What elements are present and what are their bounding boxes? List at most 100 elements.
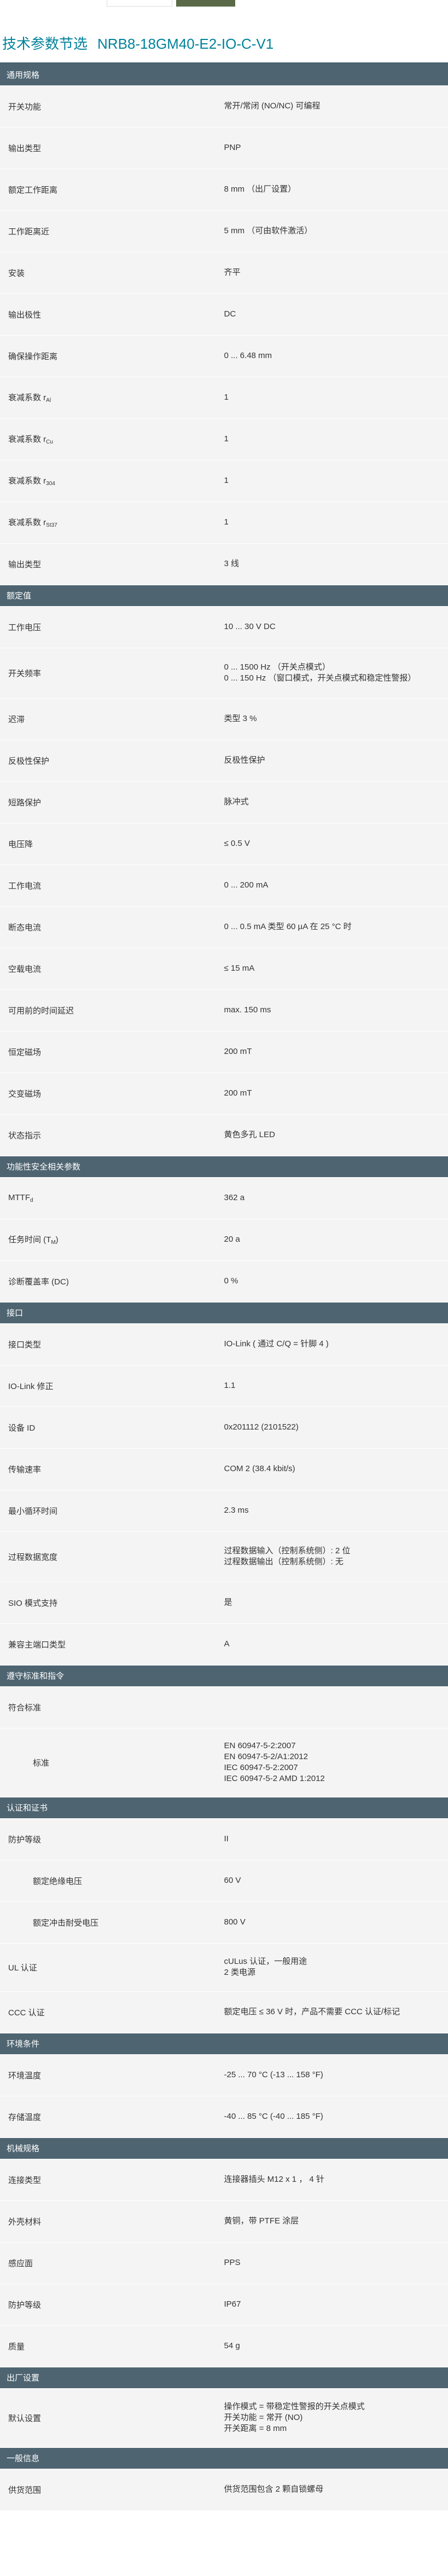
spec-value: 黄铜，带 PTFE 涂层 — [224, 2200, 448, 2243]
spec-value-line: ≤ 15 mA — [224, 963, 255, 973]
spec-label-subscript: 304 — [46, 481, 55, 487]
top-tab-active[interactable] — [176, 0, 235, 7]
spec-value: 0 ... 200 mA — [224, 865, 448, 907]
spec-label: 交变磁场 — [0, 1073, 224, 1115]
spec-value-line: IEC 60947-5-2 AMD 1:2012 — [224, 1774, 325, 1784]
spec-row: 质量 54 g — [0, 2325, 448, 2367]
spec-label: 额定绝缘电压 — [0, 1860, 224, 1902]
spec-value: 1 — [224, 502, 448, 544]
spec-value-line: 黄铜，带 PTFE 涂层 — [224, 2216, 299, 2226]
section-header: 额定值 — [0, 585, 448, 607]
spec-row: 最小循环时间 2.3 ms — [0, 1490, 448, 1532]
section-title: 环境条件 — [0, 2033, 448, 2055]
spec-value: 1.1 — [224, 1365, 448, 1407]
section-header: 机械规格 — [0, 2137, 448, 2159]
spec-label: 确保操作距离 — [0, 335, 224, 377]
spec-value-line: 反极性保护 — [224, 755, 265, 765]
spec-row: 感应面 PPS — [0, 2242, 448, 2284]
spec-row: 兼容主端口类型 A — [0, 1623, 448, 1666]
spec-value: 800 V — [224, 1901, 448, 1944]
spec-label-text: 状态指示 — [8, 1131, 42, 1140]
spec-value: 连接器插头 M12 x 1 ， 4 针 — [224, 2159, 448, 2201]
spec-label: 标准 — [0, 1728, 224, 1797]
spec-value: 1 — [224, 418, 448, 460]
section-header: 功能性安全相关参数 — [0, 1156, 448, 1178]
spec-label-text: 空载电流 — [8, 964, 42, 974]
spec-value: 200 mT — [224, 1073, 448, 1115]
spec-row: 额定绝缘电压 60 V — [0, 1860, 448, 1902]
spec-row: 额定冲击耐受电压 800 V — [0, 1901, 448, 1944]
spec-label-text: 衰减系数 r — [8, 476, 46, 486]
spec-label: 默认设置 — [0, 2388, 224, 2448]
spec-label-text: 输出极性 — [8, 310, 42, 320]
spec-value: 常开/常闭 (NO/NC) 可编程 — [224, 85, 448, 128]
spec-row: 标准 EN 60947-5-2:2007 EN 60947-5-2/A1:2012 I… — [0, 1728, 448, 1797]
spec-value-line: 开关距离 = 8 mm — [224, 2424, 287, 2434]
page-title: 技术参数节选 NRB8-18GM40-E2-IO-C-V1 — [2, 33, 448, 53]
spec-label: 感应面 — [0, 2242, 224, 2284]
spec-value: 黄色多孔 LED — [224, 1114, 448, 1156]
spec-value-line: 0 ... 200 mA — [224, 880, 269, 890]
spec-row: 额定工作距离 8 mm （出厂设置） — [0, 169, 448, 211]
product-code: NRB8-18GM40-E2-IO-C-V1 — [97, 36, 274, 52]
spec-label: 反极性保护 — [0, 740, 224, 782]
spec-label: 符合标准 — [0, 1686, 224, 1728]
spec-label: 衰减系数 r304 — [0, 460, 224, 502]
section-title: 遵守标准和指令 — [0, 1665, 448, 1687]
spec-label-text: 防护等级 — [8, 1835, 42, 1845]
spec-label: UL 认证 — [0, 1943, 224, 1992]
spec-label: 开关频率 — [0, 648, 224, 699]
spec-row: SIO 模式支持 是 — [0, 1582, 448, 1624]
spec-row: 安装 齐平 — [0, 252, 448, 294]
spec-label-subscript: M — [51, 1240, 56, 1246]
spec-value-line: 额定电压 ≤ 36 V 时，产品不需要 CCC 认证/标记 — [224, 2007, 400, 2016]
spec-value: 10 ... 30 V DC — [224, 606, 448, 648]
page-title-text: 技术参数节选 — [2, 36, 88, 52]
spec-label: 开关功能 — [0, 85, 224, 128]
spec-value: 过程数据输入（控制系统侧）: 2 位过程数据输出（控制系统侧）: 无 — [224, 1531, 448, 1582]
spec-value-line: ≤ 0.5 V — [224, 838, 250, 848]
spec-value: PPS — [224, 2242, 448, 2284]
spec-value: 1 — [224, 377, 448, 419]
spec-row: 供货范围 供货范围包含 2 颗自锁螺母 — [0, 2469, 448, 2511]
spec-label-subscript: St37 — [46, 522, 57, 528]
spec-value-line: 3 线 — [224, 558, 240, 568]
spec-label: 空载电流 — [0, 948, 224, 990]
page-title-row: 技术参数节选 NRB8-18GM40-E2-IO-C-V1 — [0, 8, 448, 62]
top-tab-inactive[interactable] — [107, 0, 172, 7]
spec-value: 3 线 — [224, 543, 448, 585]
spec-value-line: 常开/常闭 (NO/NC) 可编程 — [224, 101, 321, 111]
spec-label: 输出类型 — [0, 127, 224, 169]
spec-row: 衰减系数 rAl 1 — [0, 377, 448, 419]
spec-value-line: 200 mT — [224, 1088, 252, 1098]
spec-label: 防护等级 — [0, 2284, 224, 2326]
spec-label-text: 短路保护 — [8, 798, 42, 808]
spec-label: 最小循环时间 — [0, 1490, 224, 1532]
spec-row: 衰减系数 rCu 1 — [0, 418, 448, 460]
spec-label: 工作距离近 — [0, 210, 224, 252]
spec-label-text: 衰减系数 r — [8, 393, 46, 402]
section-title: 通用规格 — [0, 64, 448, 86]
spec-label: 输出类型 — [0, 543, 224, 585]
spec-label-text: 设备 ID — [8, 1423, 36, 1433]
spec-value: 200 mT — [224, 1031, 448, 1073]
spec-label-text: 过程数据宽度 — [8, 1552, 58, 1562]
spec-value-line: 800 V — [224, 1917, 246, 1927]
spec-row: 交变磁场 200 mT — [0, 1073, 448, 1115]
spec-label: 质量 — [0, 2325, 224, 2367]
section-header: 通用规格 — [0, 64, 448, 86]
spec-row: MTTFd 362 a — [0, 1177, 448, 1219]
spec-row: 符合标准 — [0, 1686, 448, 1728]
spec-value: 0 % — [224, 1260, 448, 1303]
spec-label-text: 恒定磁场 — [8, 1047, 42, 1057]
spec-value-line: 0x201112 (2101522) — [224, 1422, 299, 1432]
spec-label-text: 确保操作距离 — [8, 351, 58, 361]
spec-row: 默认设置 操作模式 = 带稳定性警报的开关点模式 开关功能 = 常开 (NO) 开关距… — [0, 2388, 448, 2448]
section-header: 一般信息 — [0, 2447, 448, 2469]
spec-value: COM 2 (38.4 kbit/s) — [224, 1448, 448, 1490]
spec-value-line: 5 mm （可由软件激活） — [224, 226, 313, 235]
spec-value: 类型 3 % — [224, 698, 448, 740]
spec-value: 60 V — [224, 1860, 448, 1902]
spec-value-line: 1 — [224, 475, 229, 485]
spec-label: 设备 ID — [0, 1407, 224, 1449]
